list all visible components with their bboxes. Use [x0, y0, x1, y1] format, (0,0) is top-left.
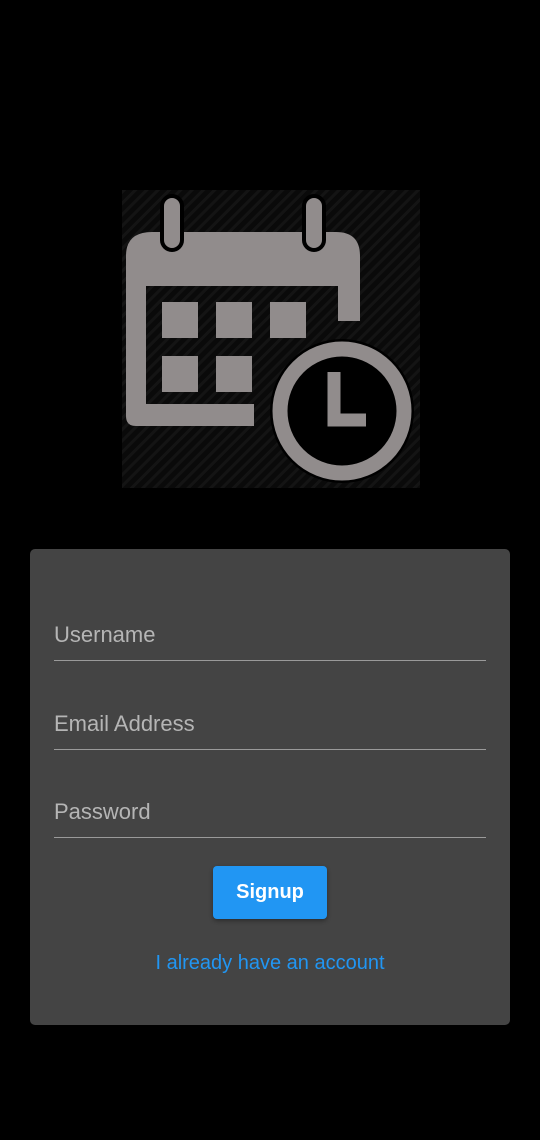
signup-screen: Signup I already have an account [0, 0, 540, 1140]
calendar-clock-icon [122, 190, 420, 488]
password-field [54, 778, 486, 838]
login-link[interactable]: I already have an account [30, 952, 510, 975]
signup-button[interactable]: Signup [213, 866, 327, 919]
signup-card: Signup I already have an account [30, 549, 510, 1025]
email-field [54, 690, 486, 750]
username-input[interactable] [54, 601, 486, 660]
email-input[interactable] [54, 690, 486, 749]
username-field [54, 601, 486, 661]
password-input[interactable] [54, 778, 486, 837]
